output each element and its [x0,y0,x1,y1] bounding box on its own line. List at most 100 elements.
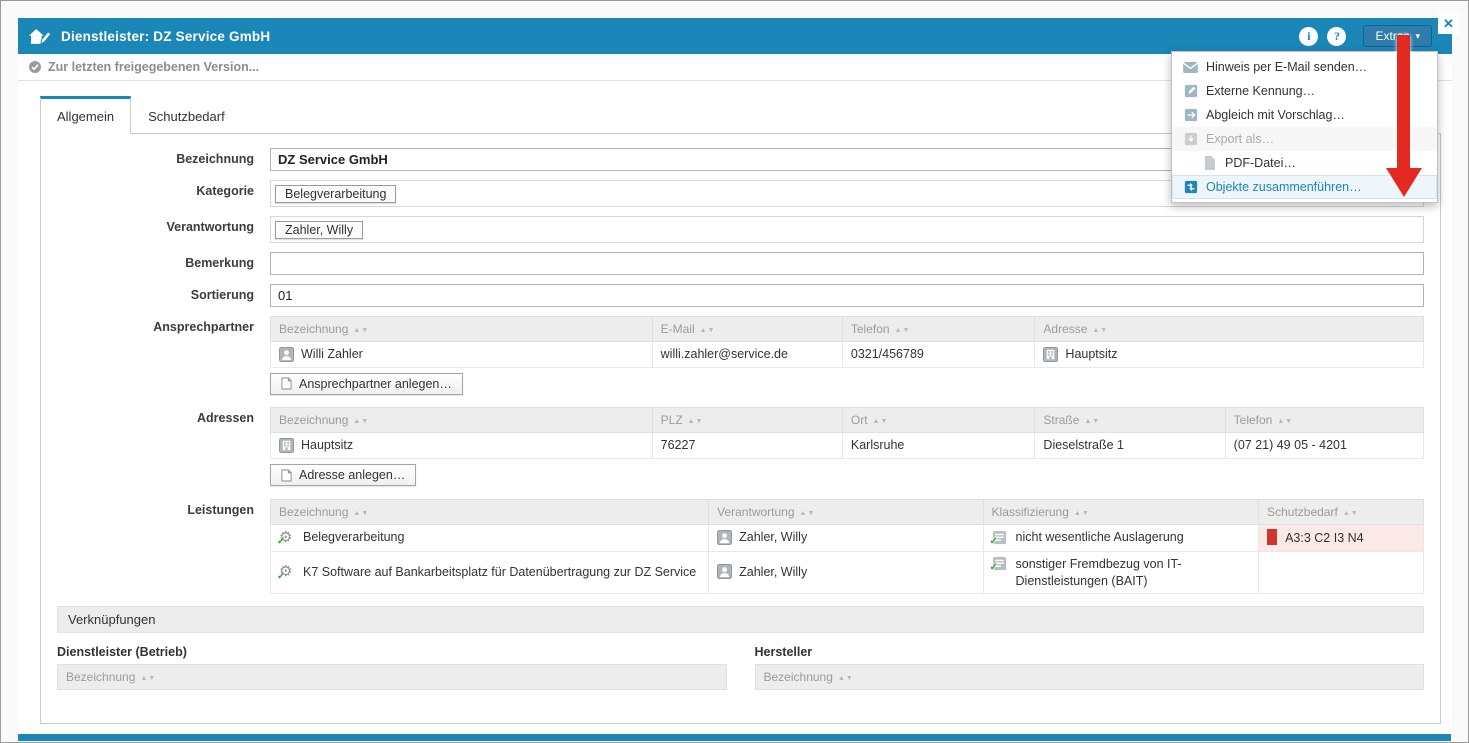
table-row[interactable]: ⚙✓ K7 Software auf Bankarbeitsplatz für … [271,551,1424,594]
window-bottom-edge [18,734,1451,741]
table-row[interactable]: Hauptsitz 76227 Karlsruhe Dieselstraße 1… [271,433,1424,459]
info-icon[interactable]: i [1299,27,1318,46]
classification-check-icon: ✓ [992,556,1009,572]
add-address-button[interactable]: Adresse anlegen… [270,464,416,486]
sort-icon: ▲▼ [1084,418,1100,425]
service-classification: nicht wesentliche Auslagerung [1016,529,1184,546]
last-released-version-link[interactable]: Zur letzten freigegebenen Version... [28,60,259,74]
building-icon [1043,347,1058,362]
column-header-telefon[interactable]: Telefon▲▼ [842,317,1035,342]
menu-item-externe-kennung[interactable]: Externe Kennung… [1172,79,1437,103]
column-header-schutzbedarf[interactable]: Schutzbedarf▲▼ [1259,499,1424,524]
ansprechpartner-label: Ansprechpartner [57,316,270,334]
column-header-strasse[interactable]: Straße▲▼ [1035,408,1225,433]
kategorie-chip[interactable]: Belegverarbeitung [275,185,396,203]
sort-icon: ▲▼ [140,675,156,682]
tab-schutzbedarf[interactable]: Schutzbedarf [131,96,242,134]
menu-item-hinweis-per-email-senden[interactable]: Hinweis per E-Mail senden… [1172,55,1437,79]
verantwortung-chip[interactable]: Zahler, Willy [275,221,363,239]
service-provider-edit-icon [28,27,52,46]
address-telefon: (07 21) 49 05 - 4201 [1225,433,1423,459]
sortierung-input[interactable] [270,284,1424,307]
kategorie-label: Kategorie [57,180,270,198]
person-icon [717,564,732,579]
address-plz: 76227 [652,433,842,459]
pdf-file-icon [1202,156,1217,170]
bezeichnung-label: Bezeichnung [57,148,270,166]
column-header-bezeichnung[interactable]: Bezeichnung▲▼ [271,317,653,342]
sort-icon: ▲▼ [353,510,369,517]
menu-item-objekte-zusammenfuehren[interactable]: Objekte zusammenführen… [1172,175,1437,199]
risk-badge [1267,529,1277,545]
sort-icon: ▲▼ [353,418,369,425]
verknuepfungen-section-header: Verknüpfungen [57,606,1424,633]
schutzbedarf-cell [1259,551,1424,594]
leistungen-table: Bezeichnung▲▼ Verantwortung▲▼ Klassifizi… [270,499,1424,595]
close-icon[interactable]: ✕ [1438,13,1459,34]
new-document-icon [281,377,292,390]
sort-icon: ▲▼ [688,418,704,425]
contact-phone: 0321/456789 [842,342,1035,368]
sort-icon: ▲▼ [838,675,854,682]
column-header-bezeichnung[interactable]: Bezeichnung▲▼ [271,499,709,524]
dienstleister-betrieb-label: Dienstleister (Betrieb) [57,645,727,659]
schutzbedarf-value: A3:3 C2 I3 N4 [1285,531,1364,545]
new-document-icon [281,469,292,482]
help-icon[interactable]: ? [1327,27,1346,46]
menu-item-pdf-datei[interactable]: PDF-Datei… [1172,151,1437,175]
sort-icon: ▲▼ [1277,418,1293,425]
person-icon [717,530,732,545]
tab-allgemein[interactable]: Allgemein [40,96,131,134]
sort-icon: ▲▼ [873,418,889,425]
address-ort: Karlsruhe [842,433,1035,459]
table-row[interactable]: Willi Zahler willi.zahler@service.de 032… [271,342,1424,368]
add-contact-button[interactable]: Ansprechpartner anlegen… [270,373,463,395]
menu-item-export-als: Export als… [1172,127,1437,151]
column-header-bezeichnung[interactable]: Bezeichnung▲▼ [271,408,653,433]
table-row[interactable]: ⚙✓ Belegverarbeitung Zahler, Willy ✓ [271,524,1424,551]
column-header-adresse[interactable]: Adresse▲▼ [1035,317,1424,342]
column-header-telefon[interactable]: Telefon▲▼ [1225,408,1423,433]
column-header-verantwortung[interactable]: Verantwortung▲▼ [709,499,983,524]
adressen-label: Adressen [57,407,270,425]
extras-button[interactable]: Extras ▾ [1363,25,1432,47]
column-header-bezeichnung[interactable]: Bezeichnung▲▼ [57,664,727,690]
sort-icon: ▲▼ [1074,510,1090,517]
classification-check-icon: ✓ [992,530,1009,546]
column-header-bezeichnung[interactable]: Bezeichnung▲▼ [755,664,1425,690]
service-classification: sonstiger Fremdbezug von IT-Dienstleistu… [1016,556,1251,590]
sort-icon: ▲▼ [700,327,716,334]
chevron-down-icon: ▾ [1415,31,1420,42]
extras-button-label: Extras [1375,29,1409,43]
bemerkung-input[interactable] [270,252,1424,275]
sort-icon: ▲▼ [800,510,816,517]
verantwortung-token-field[interactable]: Zahler, Willy [270,216,1424,243]
service-owner: Zahler, Willy [739,564,807,581]
merge-objects-icon [1183,180,1198,194]
ansprechpartner-table: Bezeichnung▲▼ E-Mail▲▼ Telefon▲▼ Adresse… [270,316,1424,368]
verantwortung-label: Verantwortung [57,216,270,234]
column-header-klassifizierung[interactable]: Klassifizierung▲▼ [983,499,1259,524]
person-icon [279,347,294,362]
titlebar-actions: i ? Extras ▾ [1299,25,1442,47]
compare-icon [1183,108,1198,122]
building-icon [279,438,294,453]
column-header-plz[interactable]: PLZ▲▼ [652,408,842,433]
version-link-label: Zur letzten freigegebenen Version... [48,60,259,74]
address-name: Hauptsitz [301,437,353,454]
contact-address: Hauptsitz [1065,346,1117,363]
leistungen-label: Leistungen [57,499,270,517]
address-strasse: Dieselstraße 1 [1035,433,1225,459]
export-icon [1183,132,1198,146]
column-header-ort[interactable]: Ort▲▼ [842,408,1035,433]
edit-icon [1183,84,1198,98]
sort-icon: ▲▼ [353,327,369,334]
check-circle-icon [28,60,42,74]
sort-icon: ▲▼ [1343,510,1359,517]
adressen-table: Bezeichnung▲▼ PLZ▲▼ Ort▲▼ Straße▲▼ Telef… [270,407,1424,459]
column-header-email[interactable]: E-Mail▲▼ [652,317,842,342]
title-bar: Dienstleister: DZ Service GmbH i ? Extra… [18,18,1452,54]
service-gear-check-icon: ⚙✓ [279,564,296,580]
menu-item-abgleich-mit-vorschlag[interactable]: Abgleich mit Vorschlag… [1172,103,1437,127]
contact-name: Willi Zahler [301,346,363,363]
